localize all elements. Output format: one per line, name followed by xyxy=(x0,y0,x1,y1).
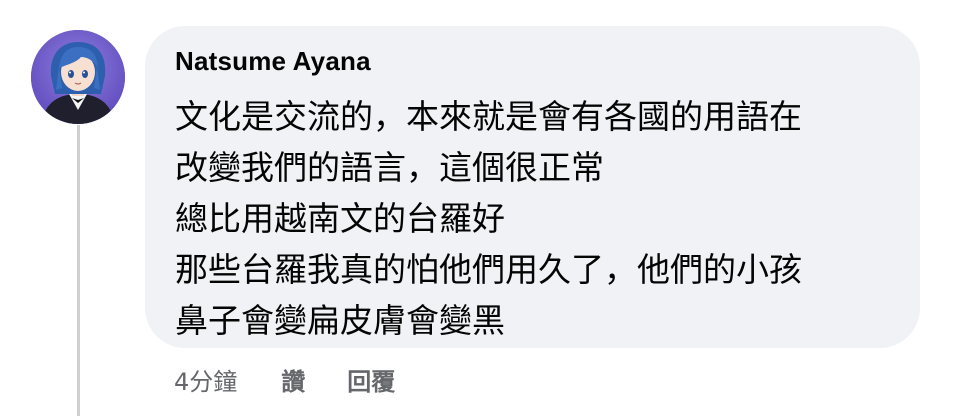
avatar[interactable] xyxy=(31,30,125,124)
comment-line: 那些台羅我真的怕他們用久了，他們的小孩 xyxy=(175,250,802,289)
comment-thread: Natsume Ayana 文化是交流的，本來就是會有各國的用語在 改變我們的語… xyxy=(0,0,960,416)
comment-line: 改變我們的語言，這個很正常 xyxy=(175,148,604,187)
thread-connector-line xyxy=(77,125,80,416)
like-button[interactable]: 讚 xyxy=(281,362,305,397)
anime-character-avatar-icon xyxy=(31,30,125,124)
comment-actions: 4分鐘 讚 回覆 xyxy=(174,362,395,397)
reply-button[interactable]: 回覆 xyxy=(347,362,395,397)
comment-author-name[interactable]: Natsume Ayana xyxy=(175,46,371,77)
comment-text: 文化是交流的，本來就是會有各國的用語在 改變我們的語言，這個很正常 總比用越南文… xyxy=(175,91,802,346)
comment-timestamp[interactable]: 4分鐘 xyxy=(174,362,237,397)
comment-bubble: Natsume Ayana 文化是交流的，本來就是會有各國的用語在 改變我們的語… xyxy=(145,26,920,348)
comment-line: 文化是交流的，本來就是會有各國的用語在 xyxy=(175,97,802,136)
comment-line: 鼻子會變扁皮膚會變黑 xyxy=(175,301,505,340)
comment-line: 總比用越南文的台羅好 xyxy=(175,199,505,238)
